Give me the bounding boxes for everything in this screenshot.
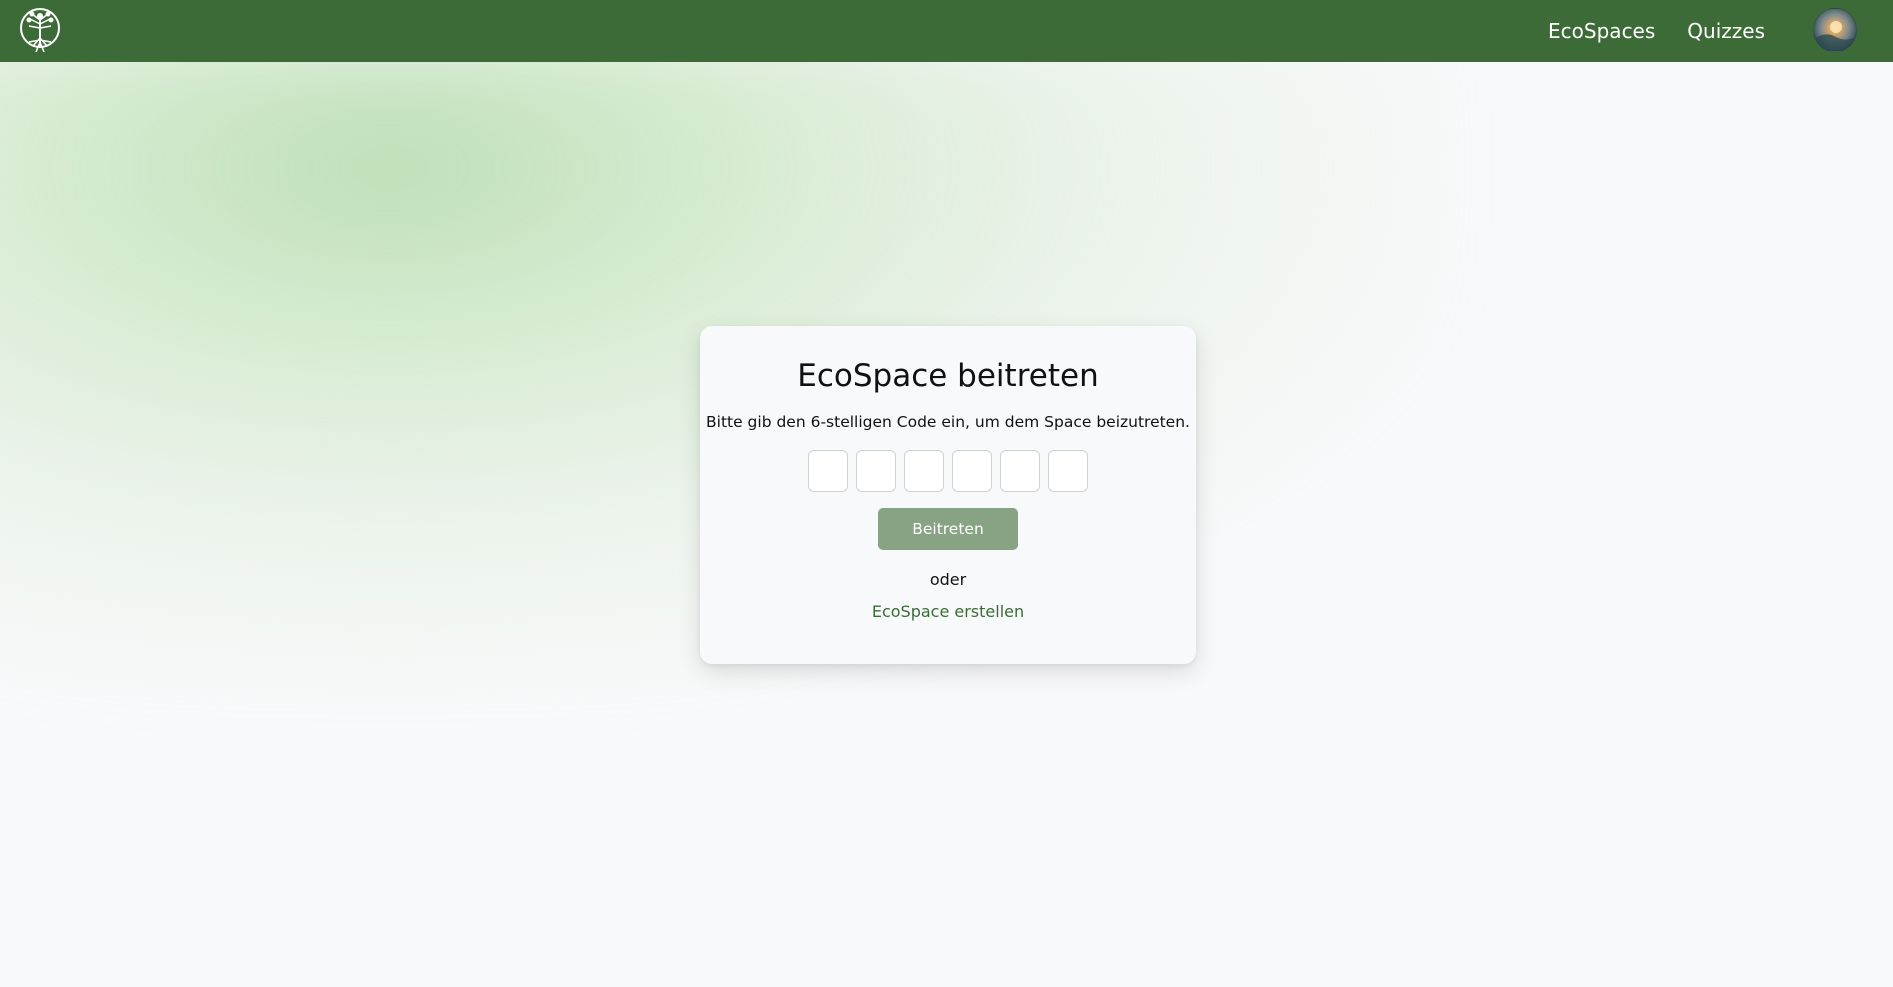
main-nav: EcoSpaces Quizzes (1548, 0, 1765, 62)
code-digit-1[interactable] (808, 450, 848, 492)
join-ecospace-card: EcoSpace beitreten Bitte gib den 6-stell… (700, 326, 1196, 664)
page: EcoSpaces Quizzes EcoSpace beitreten Bit… (0, 0, 1893, 987)
create-ecospace-link[interactable]: EcoSpace erstellen (700, 602, 1196, 621)
code-input-group (808, 450, 1088, 492)
top-navbar: EcoSpaces Quizzes (0, 0, 1893, 62)
card-subtitle: Bitte gib den 6-stelligen Code ein, um d… (706, 413, 1190, 431)
code-digit-5[interactable] (1000, 450, 1040, 492)
code-digit-4[interactable] (952, 450, 992, 492)
tree-of-life-icon[interactable] (17, 6, 63, 54)
or-divider-text: oder (929, 570, 967, 589)
code-digit-6[interactable] (1048, 450, 1088, 492)
nav-link-quizzes[interactable]: Quizzes (1687, 19, 1765, 43)
nav-link-ecospaces[interactable]: EcoSpaces (1548, 19, 1655, 43)
code-digit-2[interactable] (856, 450, 896, 492)
join-button[interactable]: Beitreten (878, 508, 1018, 550)
code-digit-3[interactable] (904, 450, 944, 492)
card-title: EcoSpace beitreten (797, 358, 1099, 394)
user-avatar-icon[interactable] (1813, 8, 1857, 52)
